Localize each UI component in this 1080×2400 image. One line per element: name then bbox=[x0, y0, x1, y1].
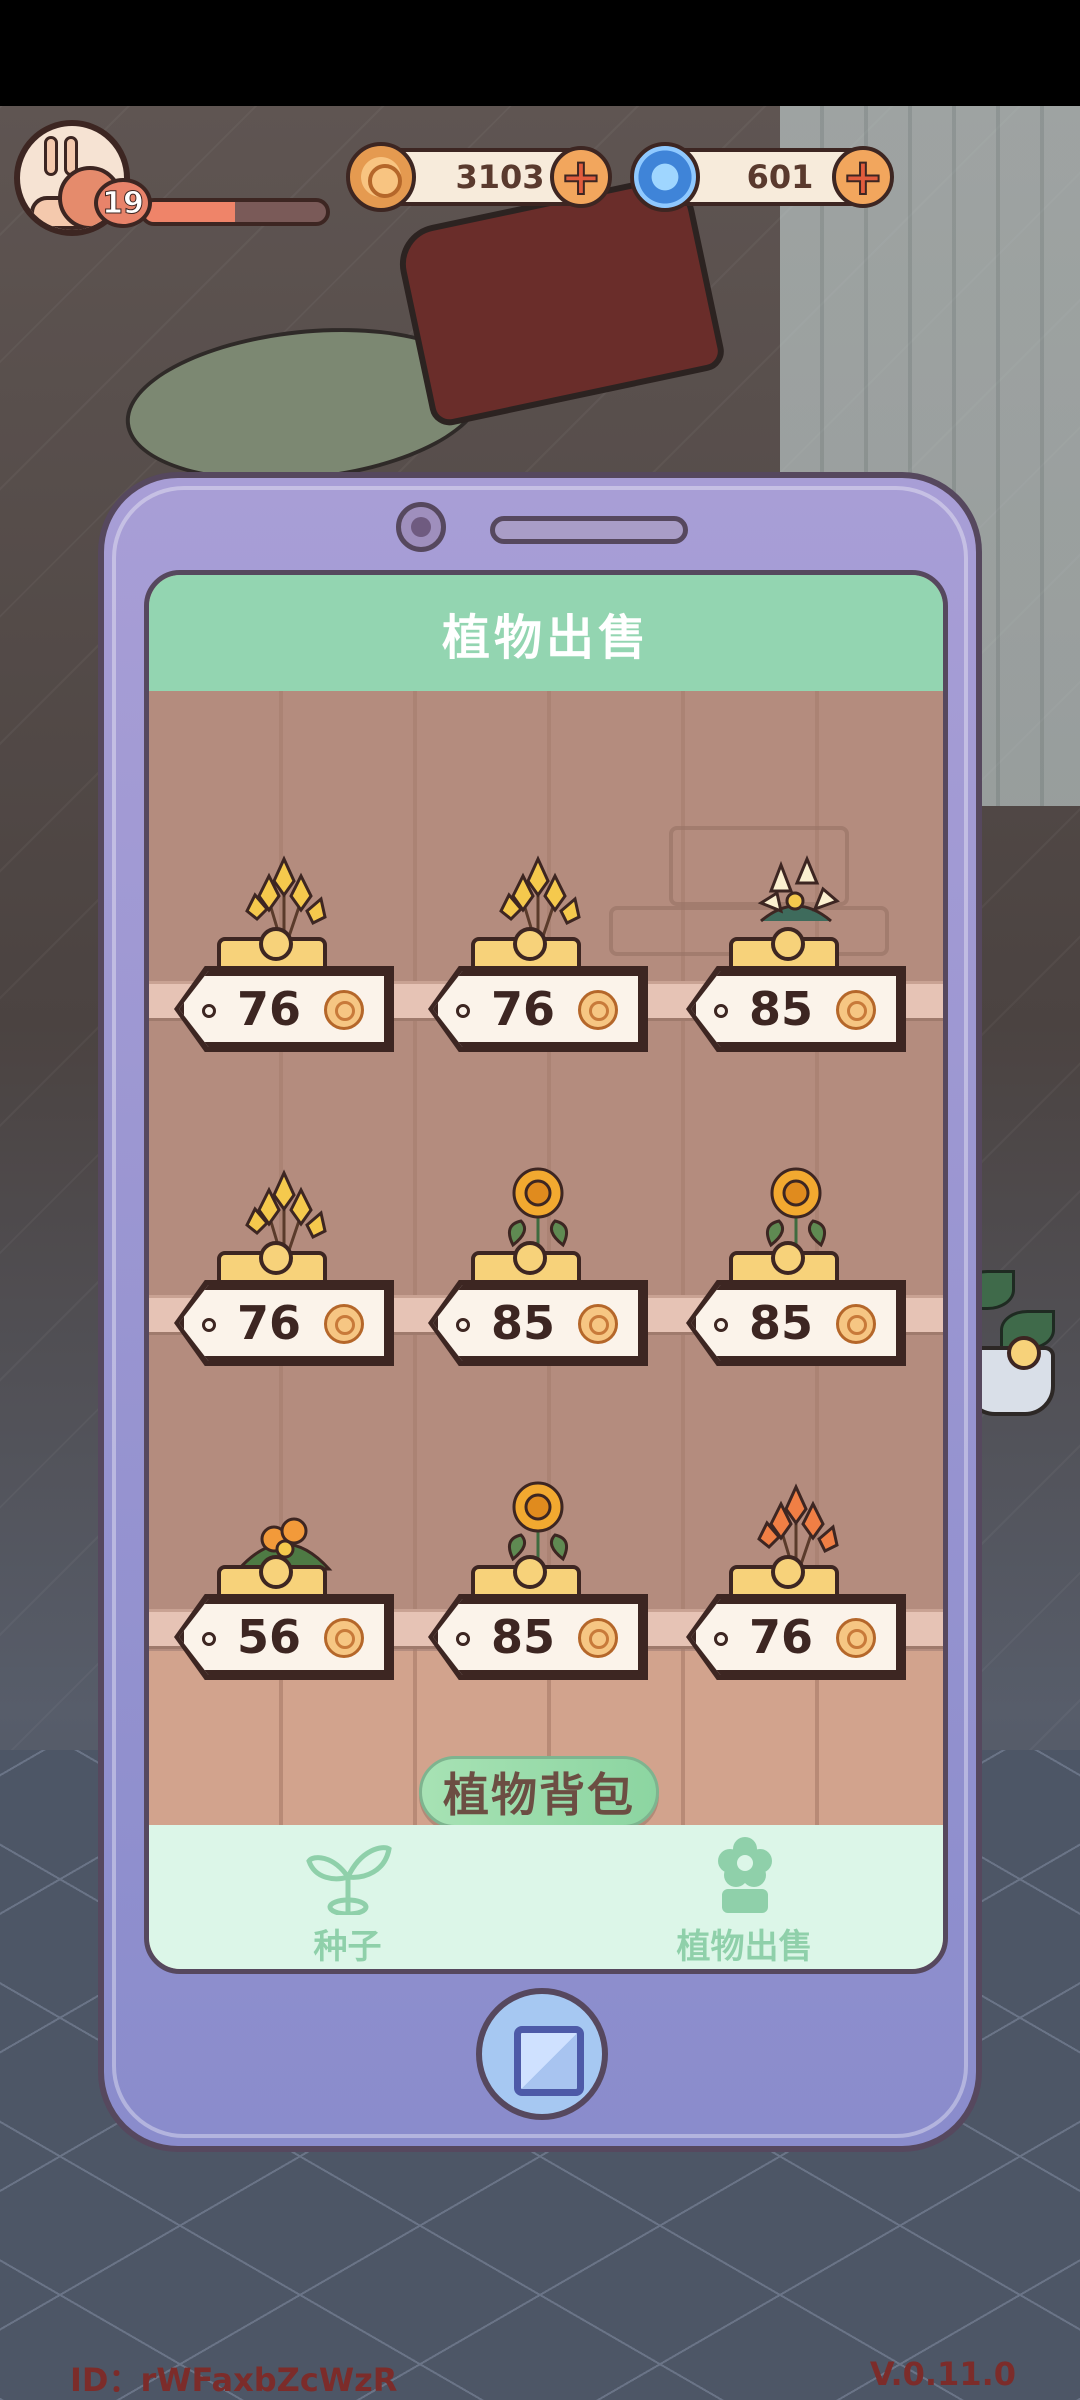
sprout-icon bbox=[305, 1845, 392, 1915]
price-value: 85 bbox=[748, 982, 813, 1036]
camera-icon bbox=[396, 502, 446, 552]
speaker-slot bbox=[490, 516, 688, 544]
plant-item[interactable]: 76 bbox=[428, 841, 648, 1052]
coin-icon bbox=[578, 1304, 618, 1344]
price-tag: 85 bbox=[433, 1285, 643, 1361]
price-tag: 56 bbox=[179, 1599, 389, 1675]
xp-fill bbox=[144, 202, 235, 222]
tab-plant-sale[interactable]: 植物出售 bbox=[546, 1825, 943, 1969]
bottom-tab-bar: 种子 植物出售 bbox=[149, 1825, 943, 1969]
price-tag: 85 bbox=[691, 971, 901, 1047]
add-gems-button[interactable]: + bbox=[832, 146, 894, 208]
phone-screen: 植物出售 76 76 85 76 85 85 56 85 76 植物背包 种子 … bbox=[144, 570, 948, 1974]
tab-seeds[interactable]: 种子 bbox=[149, 1825, 546, 1969]
coin-icon bbox=[836, 990, 876, 1030]
price-value: 85 bbox=[748, 1296, 813, 1350]
price-value: 76 bbox=[748, 1610, 813, 1664]
coin-icon bbox=[324, 1304, 364, 1344]
price-tag: 76 bbox=[691, 1599, 901, 1675]
price-tag: 76 bbox=[433, 971, 643, 1047]
plant-item[interactable]: 76 bbox=[686, 1469, 906, 1680]
plant-item[interactable]: 56 bbox=[174, 1469, 394, 1680]
plant-item[interactable]: 85 bbox=[686, 841, 906, 1052]
coin-icon bbox=[346, 142, 416, 212]
coin-icon bbox=[324, 1618, 364, 1658]
user-id-text: ID：rWFaxbZcWzR bbox=[70, 2361, 398, 2399]
price-value: 85 bbox=[490, 1296, 555, 1350]
level-badge: 19 bbox=[94, 178, 152, 228]
version-text: V.0.11.0 bbox=[869, 2355, 1016, 2393]
rabbit-ear bbox=[44, 136, 58, 176]
price-tag: 85 bbox=[433, 1599, 643, 1675]
price-value: 76 bbox=[236, 1296, 301, 1350]
flower-icon bbox=[717, 1837, 772, 1913]
plant-bag-label: 植物背包 bbox=[443, 1768, 635, 1822]
phone-panel: 植物出售 76 76 85 76 85 85 56 85 76 植物背包 种子 … bbox=[98, 472, 982, 2152]
price-tag: 76 bbox=[179, 971, 389, 1047]
plant-item[interactable]: 76 bbox=[174, 841, 394, 1052]
tab-seeds-label: 种子 bbox=[313, 1927, 382, 1967]
plant-item[interactable]: 76 bbox=[174, 1155, 394, 1366]
status-bar bbox=[0, 0, 1080, 106]
coin-icon bbox=[578, 1618, 618, 1658]
panel-header: 植物出售 bbox=[149, 575, 943, 691]
home-button[interactable] bbox=[476, 1988, 608, 2120]
price-value: 76 bbox=[236, 982, 301, 1036]
plant-item[interactable]: 85 bbox=[686, 1155, 906, 1366]
coin-icon bbox=[836, 1618, 876, 1658]
panel-title: 植物出售 bbox=[441, 610, 650, 666]
price-value: 56 bbox=[236, 1610, 301, 1664]
price-tag: 85 bbox=[691, 1285, 901, 1361]
add-coins-button[interactable]: + bbox=[550, 146, 612, 208]
price-value: 85 bbox=[490, 1610, 555, 1664]
coin-icon bbox=[324, 990, 364, 1030]
coin-icon bbox=[836, 1304, 876, 1344]
coin-icon bbox=[578, 990, 618, 1030]
xp-bar bbox=[140, 198, 330, 226]
tab-plant-sale-label: 植物出售 bbox=[676, 1927, 813, 1967]
swirl-icon bbox=[630, 142, 700, 212]
plant-shelf: 76 76 85 76 85 85 56 85 76 植物背包 bbox=[149, 691, 943, 1828]
plant-item[interactable]: 85 bbox=[428, 1155, 648, 1366]
plant-item[interactable]: 85 bbox=[428, 1469, 648, 1680]
price-value: 76 bbox=[490, 982, 555, 1036]
plant-bag-button[interactable]: 植物背包 bbox=[419, 1756, 659, 1828]
price-tag: 76 bbox=[179, 1285, 389, 1361]
